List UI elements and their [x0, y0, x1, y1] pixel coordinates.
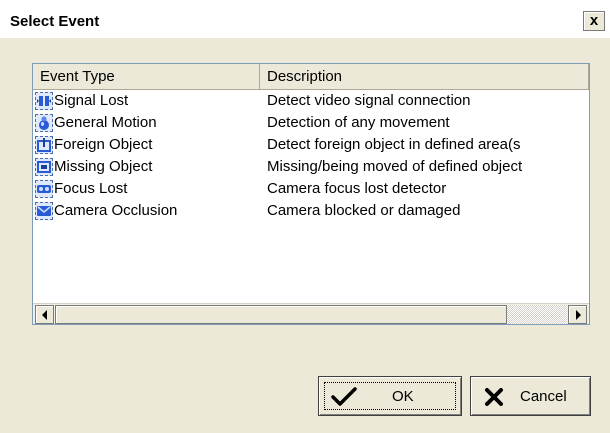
cross-icon [484, 387, 504, 411]
event-type-label: General Motion [54, 114, 157, 131]
close-icon: x [589, 12, 599, 29]
list-item-focus-lost[interactable]: Focus Lost Camera focus lost detector [33, 178, 589, 200]
scroll-track[interactable] [507, 305, 567, 324]
ok-button[interactable]: OK [318, 376, 462, 416]
description-cell: Camera blocked or damaged [267, 202, 461, 219]
description-cell: Detect foreign object in defined area(s [267, 136, 521, 153]
close-button[interactable]: x [583, 11, 605, 31]
description-cell: Detection of any movement [267, 114, 450, 131]
dialog-title: Select Event [10, 13, 100, 30]
event-type-label: Signal Lost [54, 92, 129, 109]
event-type-label: Missing Object [54, 158, 153, 175]
title-bar: Select Event x [0, 0, 610, 38]
description-cell: Missing/being moved of defined object [267, 158, 523, 175]
list-item-general-motion[interactable]: General Motion Detection of any movement [33, 112, 589, 134]
list-header: Event Type Description [33, 64, 589, 90]
foreign-object-icon [35, 136, 53, 154]
general-motion-icon [35, 114, 53, 132]
cancel-label: Cancel [520, 388, 567, 405]
checkmark-icon [331, 387, 357, 411]
camera-occlusion-icon [35, 202, 53, 220]
description-cell: Camera focus lost detector [267, 180, 447, 197]
focus-lost-icon [35, 180, 53, 198]
event-type-cell: Focus Lost [33, 178, 127, 200]
list-rows: Signal Lost Detect video signal connecti… [33, 90, 589, 222]
event-type-cell: Foreign Object [33, 134, 152, 156]
event-list[interactable]: Event Type Description Signal Lost Detec… [32, 63, 590, 325]
missing-object-icon [35, 158, 53, 176]
column-header-description[interactable]: Description [260, 64, 589, 89]
event-type-label: Camera Occlusion [54, 202, 178, 219]
arrow-left-icon [42, 310, 47, 320]
event-type-cell: Missing Object [33, 156, 152, 178]
scroll-right-button[interactable] [568, 305, 587, 324]
list-item-missing-object[interactable]: Missing Object Missing/being moved of de… [33, 156, 589, 178]
scroll-left-button[interactable] [35, 305, 54, 324]
column-header-event-type[interactable]: Event Type [33, 64, 260, 89]
list-item-foreign-object[interactable]: Foreign Object Detect foreign object in … [33, 134, 589, 156]
event-type-label: Foreign Object [54, 136, 153, 153]
event-type-cell: General Motion [33, 112, 157, 134]
signal-lost-icon [35, 92, 53, 110]
list-item-camera-occlusion[interactable]: Camera Occlusion Camera blocked or damag… [33, 200, 589, 222]
select-event-dialog: Select Event x Event Type Description Si… [0, 0, 610, 433]
event-type-cell: Camera Occlusion [33, 200, 177, 222]
event-type-label: Focus Lost [54, 180, 128, 197]
description-cell: Detect video signal connection [267, 92, 471, 109]
arrow-right-icon [576, 310, 581, 320]
horizontal-scrollbar[interactable] [33, 303, 589, 324]
ok-label: OK [392, 388, 414, 405]
scroll-thumb[interactable] [55, 305, 507, 324]
list-item-signal-lost[interactable]: Signal Lost Detect video signal connecti… [33, 90, 589, 112]
event-type-cell: Signal Lost [33, 90, 128, 112]
cancel-button[interactable]: Cancel [470, 376, 591, 416]
